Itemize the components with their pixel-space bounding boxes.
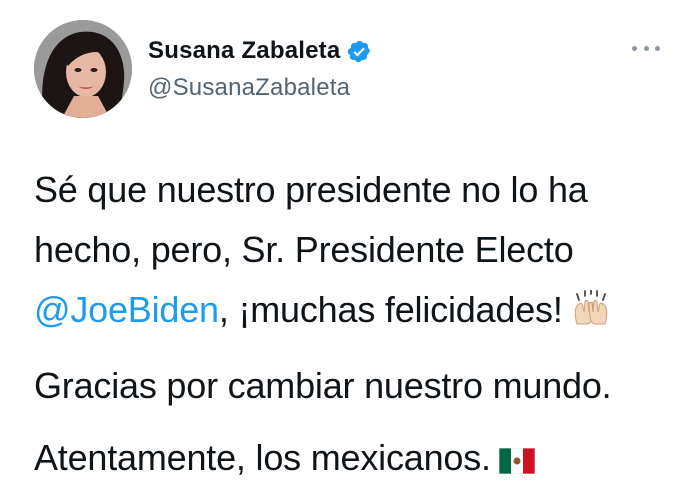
author-info: Susana Zabaleta @SusanaZabaleta — [148, 36, 372, 102]
tweet-text: Sé que nuestro presidente no lo ha hecho… — [34, 160, 674, 485]
avatar-photo-icon — [34, 20, 132, 118]
dot-icon — [643, 45, 649, 51]
author-handle[interactable]: @SusanaZabaleta — [148, 74, 372, 102]
tweet-text-part: , ¡muchas felicidades! — [218, 289, 563, 330]
tweet-paragraph-3: Atentamente, los mexicanos. — [34, 428, 674, 485]
raising-hands-emoji-icon — [571, 284, 611, 344]
name-row: Susana Zabaleta — [148, 36, 372, 66]
tweet-paragraph-2: Gracias por cambiar nuestro mundo. — [34, 365, 612, 406]
verified-badge-icon — [347, 39, 372, 64]
dot-icon — [632, 45, 637, 51]
display-name[interactable]: Susana Zabaleta — [148, 37, 340, 65]
tweet-paragraph-1: Sé que nuestro presidente no lo ha hecho… — [34, 160, 674, 344]
tweet-text-part: Sé que nuestro presidente no lo ha hecho… — [34, 169, 588, 270]
more-options-icon[interactable] — [632, 40, 660, 56]
tweet-card: Susana Zabaleta @SusanaZabaleta Sé que n… — [0, 0, 696, 485]
tweet-text-part: Atentamente, los mexicanos. — [34, 437, 491, 478]
dot-icon — [655, 45, 660, 51]
author-avatar[interactable] — [34, 20, 132, 118]
mention-link[interactable]: @JoeBiden — [34, 289, 219, 330]
mexico-flag-emoji-icon — [498, 432, 536, 485]
